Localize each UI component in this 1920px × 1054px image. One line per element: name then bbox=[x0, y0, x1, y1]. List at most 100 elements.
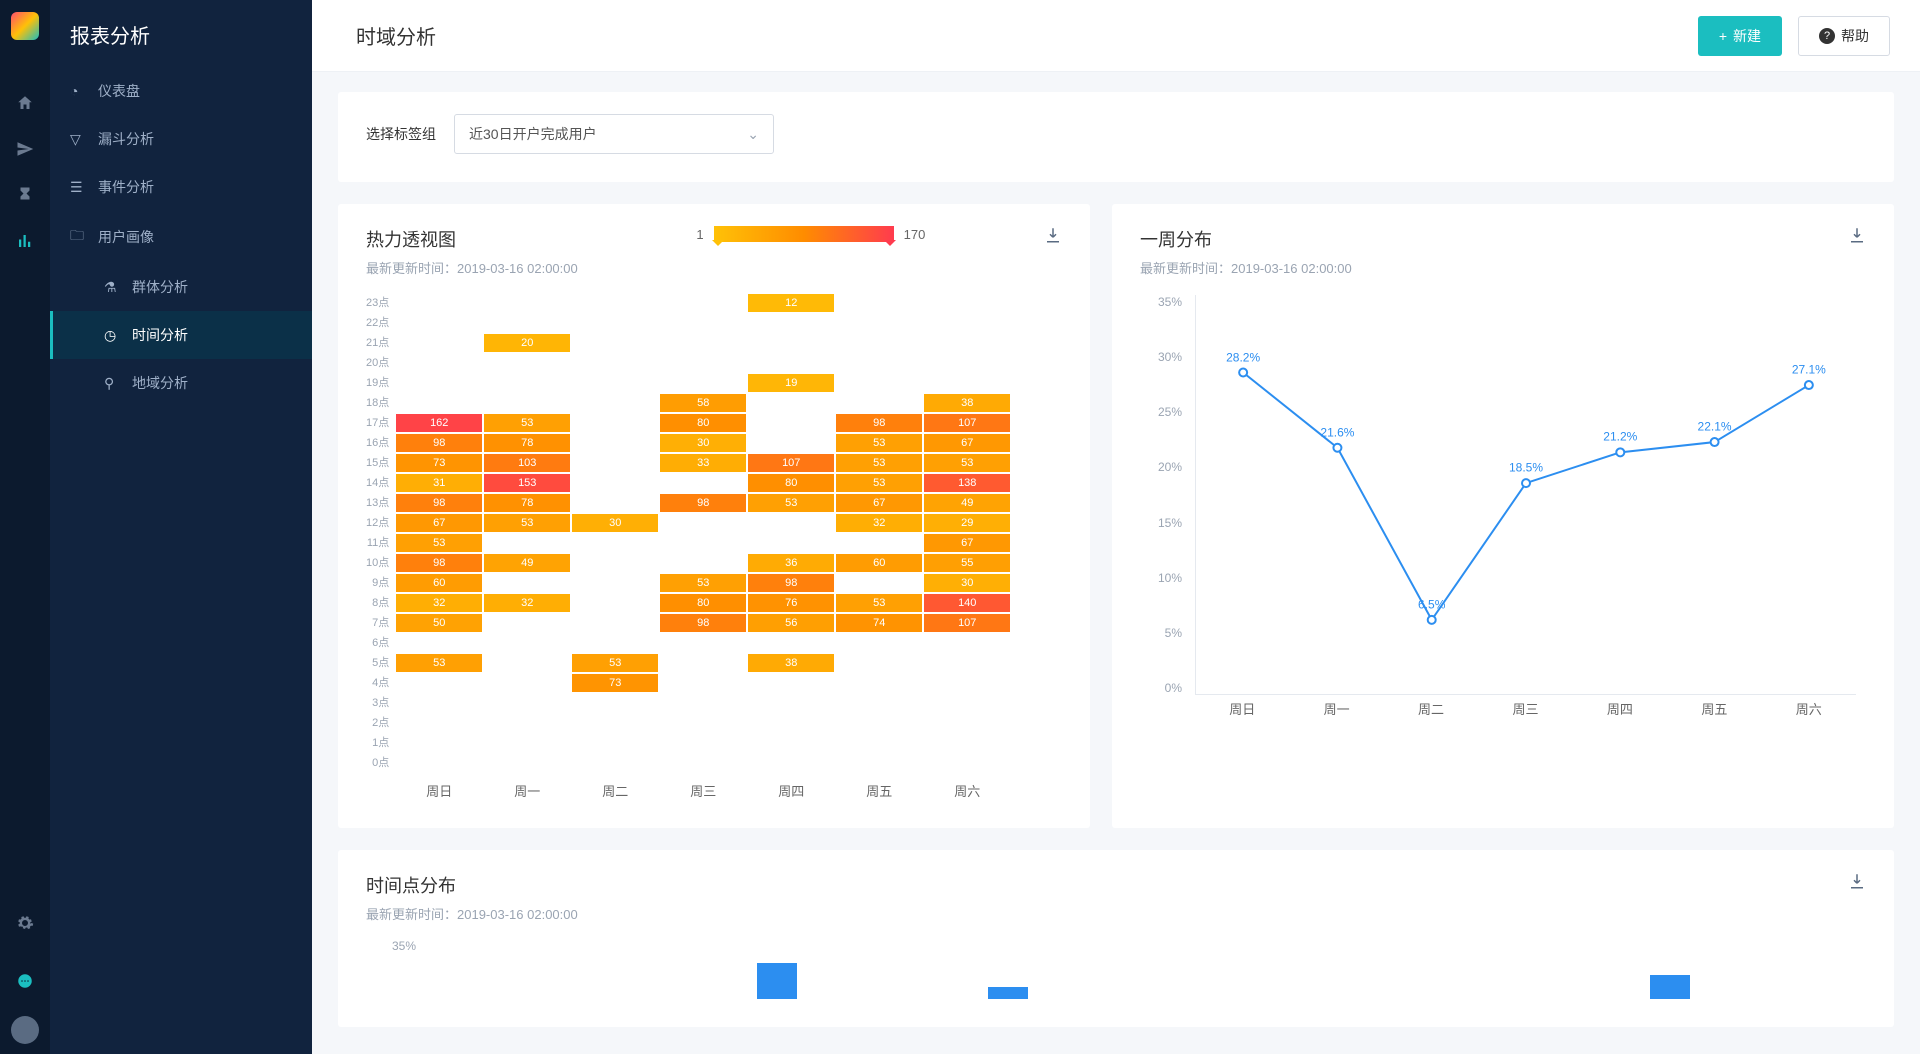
heatmap-cell: 140 bbox=[923, 593, 1011, 613]
rail-hourglass-icon[interactable] bbox=[0, 172, 50, 218]
heatmap-cell: 67 bbox=[923, 533, 1011, 553]
download-icon[interactable] bbox=[1044, 226, 1062, 249]
sidebar-item-label: 漏斗分析 bbox=[98, 129, 154, 149]
rail-chat-icon[interactable] bbox=[0, 958, 50, 1004]
sidebar: 报表分析 ◔仪表盘 ▽漏斗分析 ☰事件分析 🗀用户画像 ⚗群体分析 ◷时间分析 … bbox=[50, 0, 312, 1054]
sidebar-item-label: 仪表盘 bbox=[98, 81, 140, 101]
heatmap-cell: 55 bbox=[923, 553, 1011, 573]
heatmap-cell: 53 bbox=[747, 493, 835, 513]
heatmap-cell: 49 bbox=[483, 553, 571, 573]
tag-group-select[interactable]: 近30日开户完成用户 ⌄ bbox=[454, 114, 774, 154]
heatmap-cell bbox=[395, 713, 483, 733]
sidebar-item-label: 事件分析 bbox=[98, 177, 154, 197]
rail-chart-icon[interactable] bbox=[0, 218, 50, 264]
heatmap-cell: 153 bbox=[483, 473, 571, 493]
heatmap-cell: 98 bbox=[835, 413, 923, 433]
heatmap-cell bbox=[747, 353, 835, 373]
heatmap-cell bbox=[571, 613, 659, 633]
heatmap-cell bbox=[571, 413, 659, 433]
heatmap-cell: 67 bbox=[923, 433, 1011, 453]
heatmap-cell: 30 bbox=[923, 573, 1011, 593]
rail-settings-icon[interactable] bbox=[0, 900, 50, 946]
heatmap-cell: 31 bbox=[395, 473, 483, 493]
heatmap-cell: 53 bbox=[835, 593, 923, 613]
download-icon[interactable] bbox=[1848, 872, 1866, 895]
heatmap-cell bbox=[659, 373, 747, 393]
heatmap-cell: 53 bbox=[395, 653, 483, 673]
sidebar-item-label: 地域分析 bbox=[132, 373, 188, 393]
heatmap-cell bbox=[659, 533, 747, 553]
heatmap-cell bbox=[395, 733, 483, 753]
heatmap-cell: 80 bbox=[659, 593, 747, 613]
event-icon: ☰ bbox=[70, 179, 86, 196]
heatmap-cell bbox=[571, 333, 659, 353]
heatmap-cell bbox=[659, 313, 747, 333]
heatmap-cell bbox=[747, 513, 835, 533]
heatmap-cell bbox=[747, 733, 835, 753]
heatmap-cell bbox=[571, 393, 659, 413]
heatmap-cell bbox=[395, 373, 483, 393]
timepoint-ytick: 35% bbox=[366, 939, 416, 999]
sidebar-item-persona[interactable]: 🗀用户画像 bbox=[50, 211, 312, 263]
week-dist-subtitle: 最新更新时间：2019-03-16 02:00:00 bbox=[1140, 258, 1352, 277]
heatmap-cell bbox=[395, 333, 483, 353]
heatmap-cell: 53 bbox=[395, 533, 483, 553]
heatmap-cell bbox=[659, 713, 747, 733]
heatmap-cell: 36 bbox=[747, 553, 835, 573]
heatmap-cell: 12 bbox=[747, 293, 835, 313]
rail-home-icon[interactable] bbox=[0, 80, 50, 126]
sidebar-item-event[interactable]: ☰ 事件分析 bbox=[50, 163, 312, 211]
sidebar-title: 报表分析 bbox=[50, 20, 312, 67]
clock-icon: ◷ bbox=[104, 327, 120, 344]
users-icon: ⚗ bbox=[104, 279, 120, 296]
heatmap-cell: 49 bbox=[923, 493, 1011, 513]
week-dist-card: 一周分布 最新更新时间：2019-03-16 02:00:00 35%30%25… bbox=[1112, 204, 1894, 828]
folder-icon: 🗀 bbox=[70, 225, 86, 249]
heatmap-title: 热力透视图 bbox=[366, 226, 578, 252]
heatmap-cell bbox=[571, 733, 659, 753]
heatmap-cell: 73 bbox=[395, 453, 483, 473]
timepoint-bars bbox=[426, 939, 1866, 999]
heatmap-cell bbox=[923, 713, 1011, 733]
heatmap-cell bbox=[835, 653, 923, 673]
heatmap-cell bbox=[835, 733, 923, 753]
heatmap-cell: 73 bbox=[571, 673, 659, 693]
sidebar-subitem-group[interactable]: ⚗群体分析 bbox=[50, 263, 312, 311]
heatmap-cell bbox=[923, 753, 1011, 773]
heatmap-cell bbox=[835, 533, 923, 553]
heatmap-cell bbox=[395, 753, 483, 773]
rail-send-icon[interactable] bbox=[0, 126, 50, 172]
heatmap-cell: 98 bbox=[395, 433, 483, 453]
new-button[interactable]: +新建 bbox=[1698, 16, 1782, 56]
heatmap-cell bbox=[923, 373, 1011, 393]
heatmap-cell bbox=[747, 313, 835, 333]
rail-avatar[interactable] bbox=[11, 1016, 39, 1044]
sidebar-item-dashboard[interactable]: ◔仪表盘 bbox=[50, 67, 312, 115]
help-button[interactable]: ?帮助 bbox=[1798, 16, 1890, 56]
heatmap-cell bbox=[835, 633, 923, 653]
sidebar-subitem-geo[interactable]: ⚲地域分析 bbox=[50, 359, 312, 407]
heatmap-cell bbox=[747, 333, 835, 353]
heatmap-cell bbox=[483, 353, 571, 373]
heatmap-cell bbox=[659, 653, 747, 673]
heatmap-cell bbox=[571, 373, 659, 393]
heatmap-cell: 19 bbox=[747, 373, 835, 393]
heatmap-cell: 98 bbox=[659, 493, 747, 513]
heatmap-cell bbox=[483, 653, 571, 673]
sidebar-subitem-time[interactable]: ◷时间分析 bbox=[50, 311, 312, 359]
heatmap-cell: 60 bbox=[395, 573, 483, 593]
plus-icon: + bbox=[1719, 28, 1727, 44]
sidebar-item-funnel[interactable]: ▽漏斗分析 bbox=[50, 115, 312, 163]
filter-label: 选择标签组 bbox=[366, 124, 436, 144]
heatmap-cell bbox=[483, 293, 571, 313]
heatmap-y-labels: 23点22点21点20点19点18点17点16点15点14点13点12点11点1… bbox=[366, 293, 395, 800]
heatmap-cell bbox=[571, 633, 659, 653]
heatmap-cell bbox=[571, 753, 659, 773]
heatmap-cell bbox=[483, 373, 571, 393]
heatmap-cell bbox=[659, 633, 747, 653]
heatmap-cell: 58 bbox=[659, 393, 747, 413]
heatmap-cell bbox=[659, 333, 747, 353]
download-icon[interactable] bbox=[1848, 226, 1866, 249]
heatmap-cell: 103 bbox=[483, 453, 571, 473]
heatmap-cell bbox=[571, 453, 659, 473]
